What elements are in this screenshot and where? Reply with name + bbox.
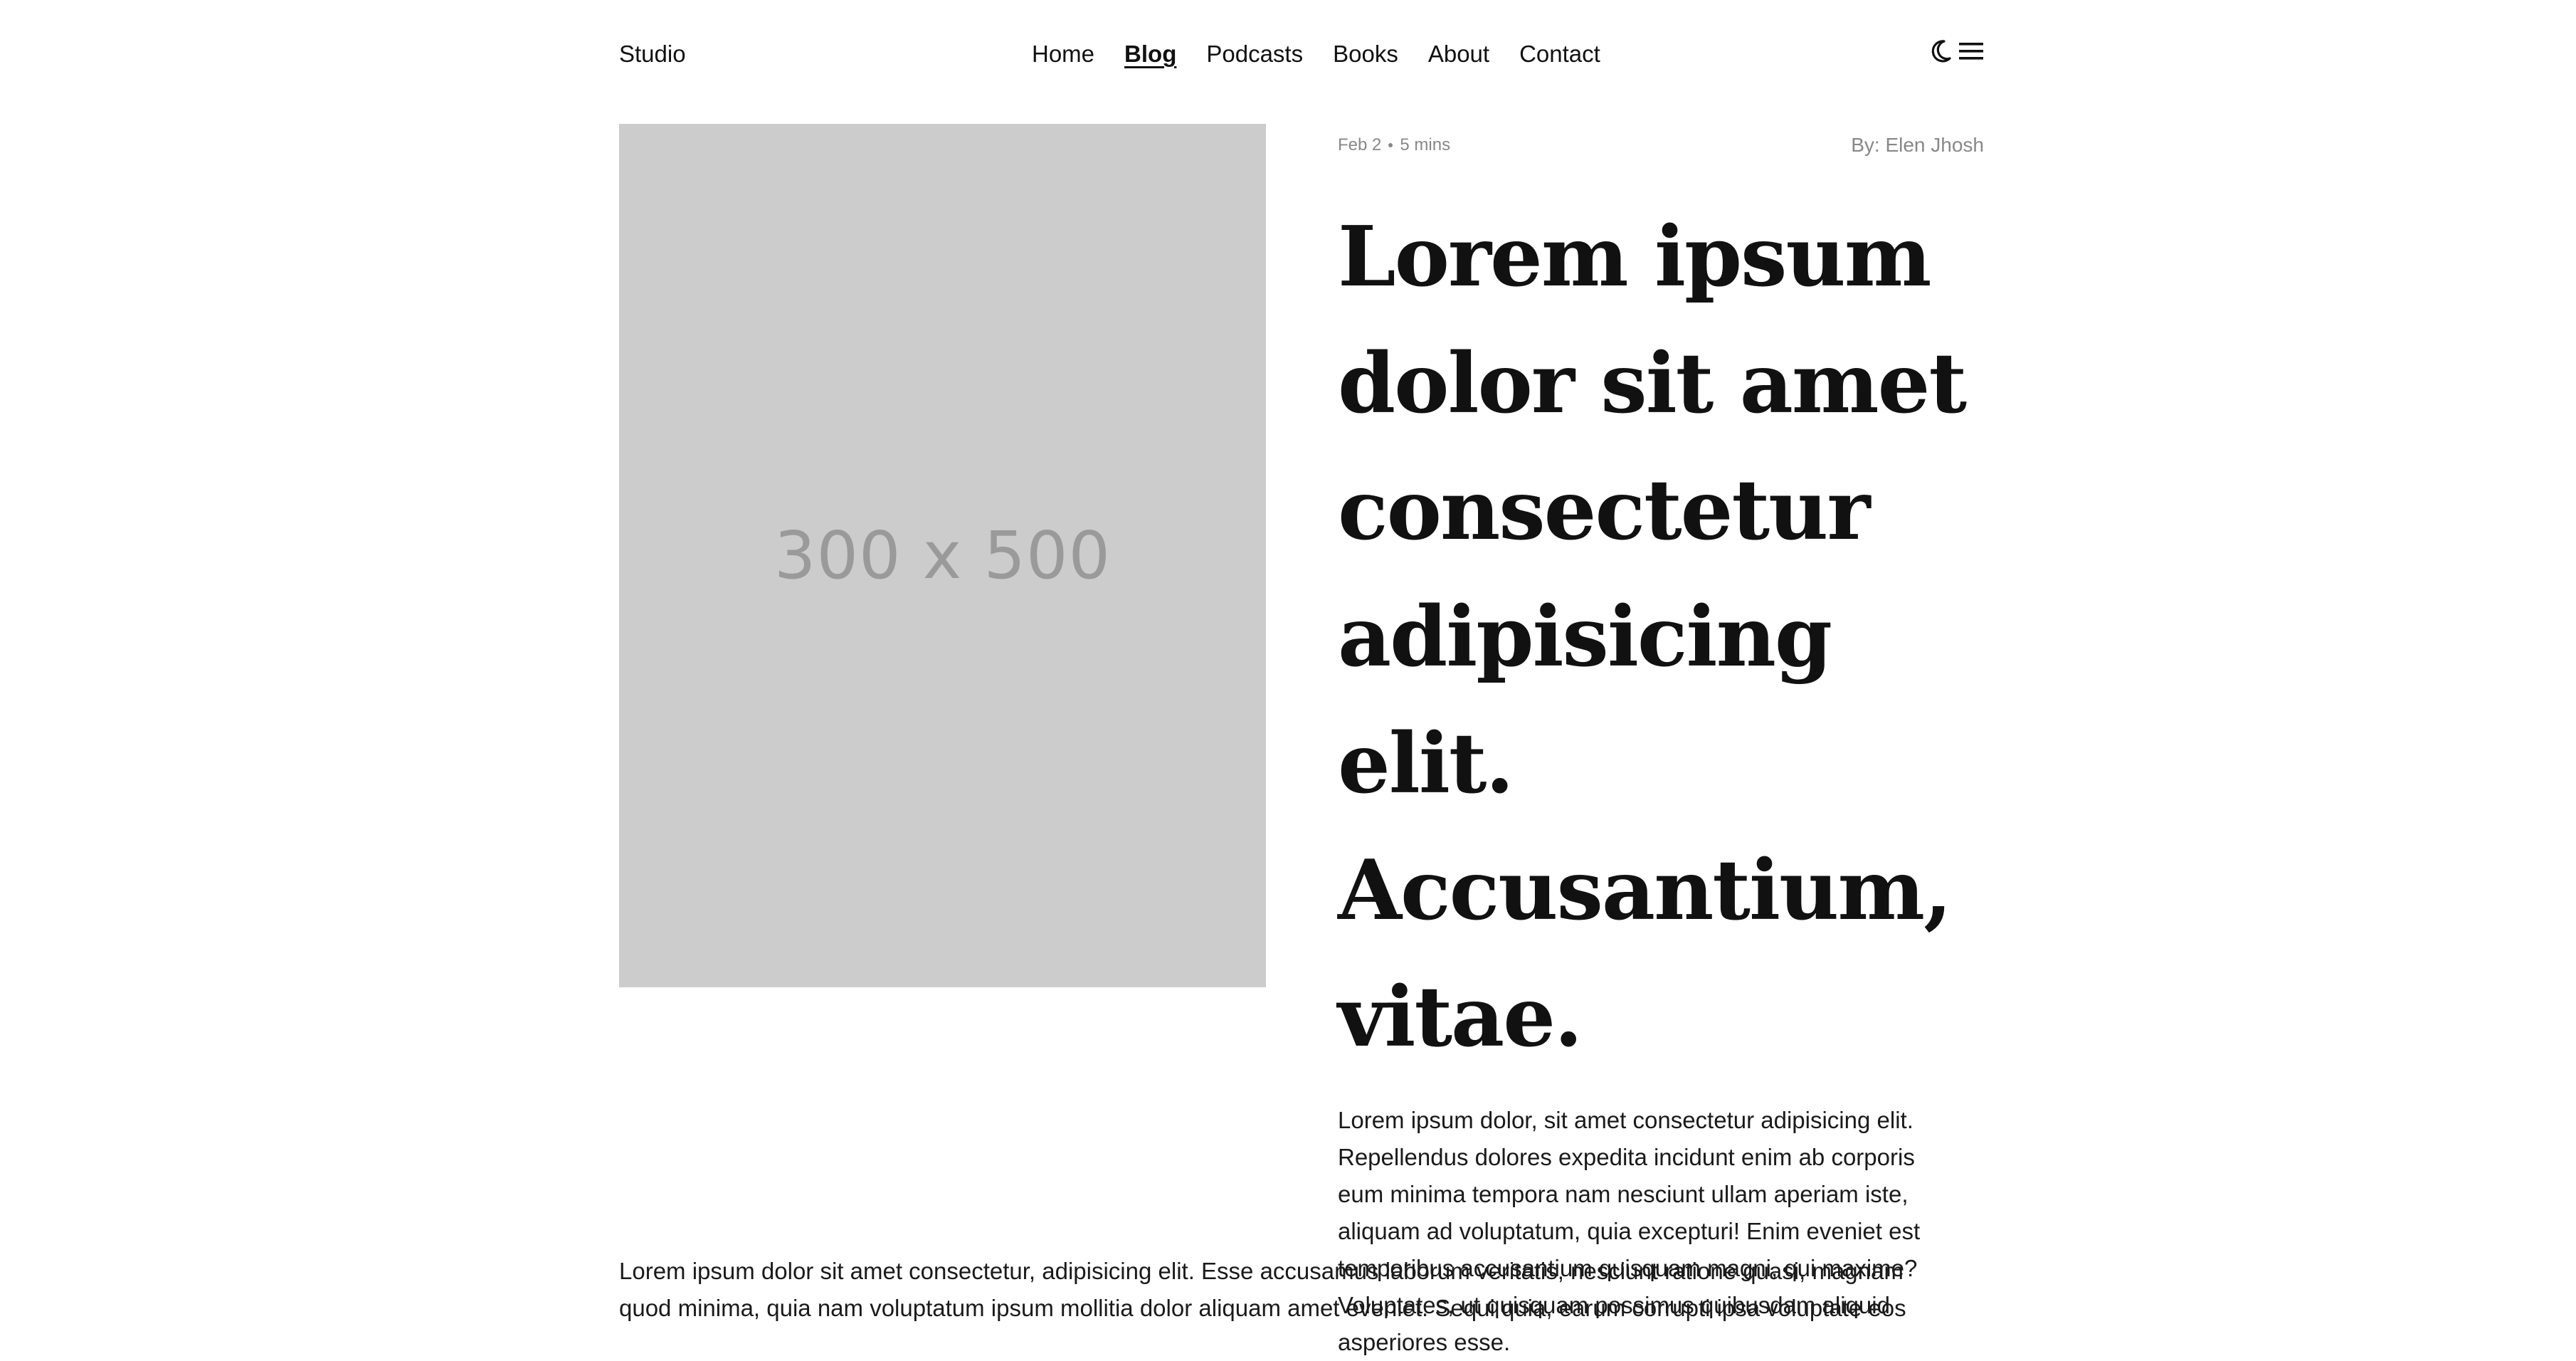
placeholder-label: 300 x 500 [774,517,1112,594]
site-header: Studio Home Blog Podcasts Books About Co… [619,0,1984,107]
nav-contact[interactable]: Contact [1519,40,1600,68]
moon-icon[interactable] [1928,37,1954,65]
article: Feb 2 5 mins By: Elen Jhosh Lorem ipsum … [1338,124,1984,1361]
read-time: 5 mins [1400,135,1451,154]
article-title: Lorem ipsum dolor sit amet consectetur a… [1338,209,1967,1066]
hero-image-placeholder: 300 x 500 [619,124,1266,987]
post-date: Feb 2 [1338,135,1382,154]
nav-home[interactable]: Home [1032,40,1094,68]
nav-books[interactable]: Books [1333,40,1398,68]
brand-logo[interactable]: Studio [619,40,686,68]
article-body: Lorem ipsum dolor sit amet consectetur, … [619,1258,1906,1321]
menu-icon[interactable] [1958,37,1984,65]
post-author: By: Elen Jhosh [1851,134,1984,156]
nav-about[interactable]: About [1428,40,1489,68]
nav-podcasts[interactable]: Podcasts [1206,40,1303,68]
separator-dot [1388,143,1393,147]
nav-blog[interactable]: Blog [1124,40,1176,68]
meta-left: Feb 2 5 mins [1338,135,1450,155]
article-meta: Feb 2 5 mins By: Elen Jhosh [1338,124,1984,167]
main-nav: Home Blog Podcasts Books About Contact [1032,40,1600,68]
header-actions [1928,37,1984,65]
